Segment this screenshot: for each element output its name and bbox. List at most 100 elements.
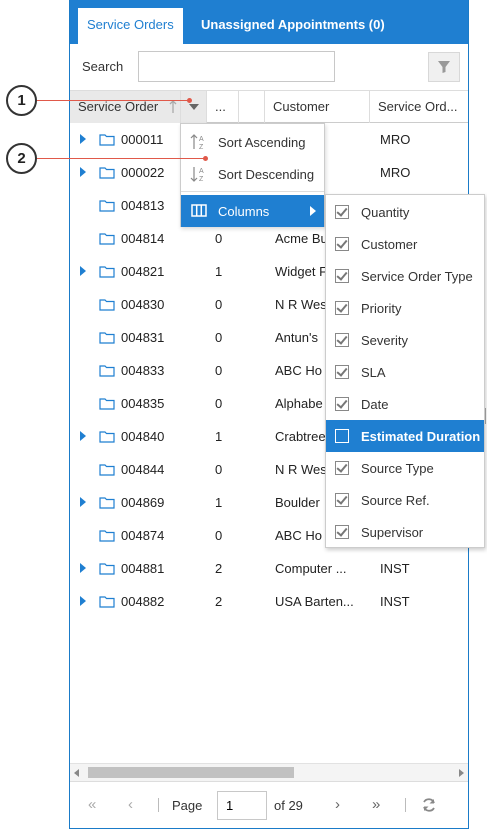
- cell-service-order: 004881: [121, 561, 165, 576]
- folder-icon: [99, 562, 115, 578]
- refresh-icon[interactable]: [421, 797, 437, 813]
- cell-count: 0: [215, 528, 223, 543]
- checkbox[interactable]: [335, 205, 349, 219]
- column-option-severity[interactable]: Severity: [326, 324, 484, 356]
- search-label: Search: [82, 59, 124, 74]
- checkbox[interactable]: [335, 493, 349, 507]
- cell-service-order: 004833: [121, 363, 165, 378]
- column-menu-button[interactable]: [181, 91, 207, 123]
- cell-customer: Acme Bu: [275, 231, 328, 246]
- column-header-customer[interactable]: Customer: [265, 91, 370, 123]
- cell-service-order: 004831: [121, 330, 165, 345]
- menu-item-sort-descending[interactable]: AZ Sort Descending: [181, 158, 324, 190]
- column-option-label: Date: [361, 397, 389, 412]
- column-header-service-order[interactable]: Service Order: [70, 91, 181, 123]
- cell-service-order: 004882: [121, 594, 165, 609]
- column-option-source-ref[interactable]: Source Ref.: [326, 484, 484, 516]
- checkbox[interactable]: [335, 461, 349, 475]
- next-page-icon[interactable]: ›: [335, 796, 340, 813]
- sort-arrow-icon: [169, 100, 177, 113]
- first-page-icon[interactable]: «: [88, 796, 96, 813]
- columns-icon: [191, 204, 207, 217]
- folder-icon: [99, 595, 115, 611]
- expand-arrow-icon[interactable]: [80, 266, 86, 276]
- folder-icon: [99, 265, 115, 281]
- folder-icon: [99, 166, 115, 182]
- chevron-down-icon: [189, 104, 199, 110]
- cell-service-order: 004835: [121, 396, 165, 411]
- checkbox[interactable]: [335, 397, 349, 411]
- folder-icon: [99, 133, 115, 149]
- checkbox[interactable]: [335, 269, 349, 283]
- expand-arrow-icon[interactable]: [80, 134, 86, 144]
- expand-arrow-icon[interactable]: [80, 431, 86, 441]
- cell-customer: Antun's: [275, 330, 318, 345]
- column-option-service-order-type[interactable]: Service Order Type: [326, 260, 484, 292]
- column-option-label: Source Ref.: [361, 493, 430, 508]
- checkbox[interactable]: [335, 333, 349, 347]
- column-option-sla[interactable]: SLA: [326, 356, 484, 388]
- callout-2: 2: [6, 143, 37, 174]
- folder-icon: [99, 364, 115, 380]
- cell-count: 1: [215, 429, 223, 444]
- menu-item-columns[interactable]: Columns: [181, 195, 324, 227]
- page-label: Page: [172, 798, 203, 813]
- folder-icon: [99, 529, 115, 545]
- checkbox[interactable]: [335, 237, 349, 251]
- tab-unassigned-appointments[interactable]: Unassigned Appointments (0): [192, 8, 394, 44]
- checkbox[interactable]: [335, 525, 349, 539]
- column-option-label: Severity: [361, 333, 408, 348]
- cell-count: 0: [215, 297, 223, 312]
- folder-icon: [99, 199, 115, 215]
- tab-service-orders[interactable]: Service Orders: [78, 8, 183, 44]
- svg-text:A: A: [199, 136, 204, 143]
- tab-bar: Service Orders Unassigned Appointments (…: [70, 0, 468, 44]
- table-row[interactable]: 004882 2 USA Barten... INST: [70, 585, 468, 618]
- columns-submenu: Quantity Customer Service Order Type Priori…: [325, 194, 485, 548]
- search-input[interactable]: [138, 51, 335, 82]
- column-option-date[interactable]: Date: [326, 388, 484, 420]
- cell-service-order: 004840: [121, 429, 165, 444]
- page-count: of 29: [274, 798, 303, 813]
- checkbox[interactable]: [335, 301, 349, 315]
- scroll-left-icon[interactable]: [74, 769, 79, 777]
- pager: « ‹ Page of 29 › »: [70, 781, 468, 827]
- checkbox[interactable]: [335, 429, 349, 443]
- filter-button[interactable]: [428, 52, 460, 82]
- cell-service-order-type: MRO: [380, 165, 411, 180]
- expand-arrow-icon[interactable]: [80, 497, 86, 507]
- scrollbar-thumb[interactable]: [88, 767, 294, 778]
- column-option-supervisor[interactable]: Supervisor: [326, 516, 484, 548]
- table-row[interactable]: 004881 2 Computer ... INST: [70, 552, 468, 585]
- column-option-source-type[interactable]: Source Type: [326, 452, 484, 484]
- column-header-blank[interactable]: [239, 91, 265, 123]
- column-option-estimated-duration[interactable]: Estimated Duration: [326, 420, 484, 452]
- last-page-icon[interactable]: »: [372, 796, 380, 813]
- folder-icon: [99, 397, 115, 413]
- cell-count: 0: [215, 396, 223, 411]
- cell-customer: Computer ...: [275, 561, 347, 576]
- folder-icon: [99, 232, 115, 248]
- scroll-right-icon[interactable]: [459, 769, 464, 777]
- expand-arrow-icon[interactable]: [80, 167, 86, 177]
- previous-page-icon[interactable]: ‹: [128, 796, 133, 813]
- checkbox[interactable]: [335, 365, 349, 379]
- column-option-customer[interactable]: Customer: [326, 228, 484, 260]
- menu-divider: [181, 191, 324, 192]
- folder-icon: [99, 463, 115, 479]
- folder-icon: [99, 496, 115, 512]
- horizontal-scrollbar[interactable]: [70, 763, 468, 781]
- column-header-service-order-type[interactable]: Service Ord...: [370, 91, 469, 123]
- svg-text:Z: Z: [199, 144, 204, 151]
- cell-service-order: 004821: [121, 264, 165, 279]
- cell-customer: Widget F: [275, 264, 328, 279]
- filter-icon: [438, 61, 450, 73]
- column-option-priority[interactable]: Priority: [326, 292, 484, 324]
- expand-arrow-icon[interactable]: [80, 596, 86, 606]
- cell-customer: ABC Ho: [275, 528, 322, 543]
- page-number-input[interactable]: [217, 791, 267, 820]
- expand-arrow-icon[interactable]: [80, 563, 86, 573]
- menu-item-sort-ascending[interactable]: AZ Sort Ascending: [181, 126, 324, 158]
- column-header-count[interactable]: ...: [207, 91, 239, 123]
- column-option-quantity[interactable]: Quantity: [326, 196, 484, 228]
